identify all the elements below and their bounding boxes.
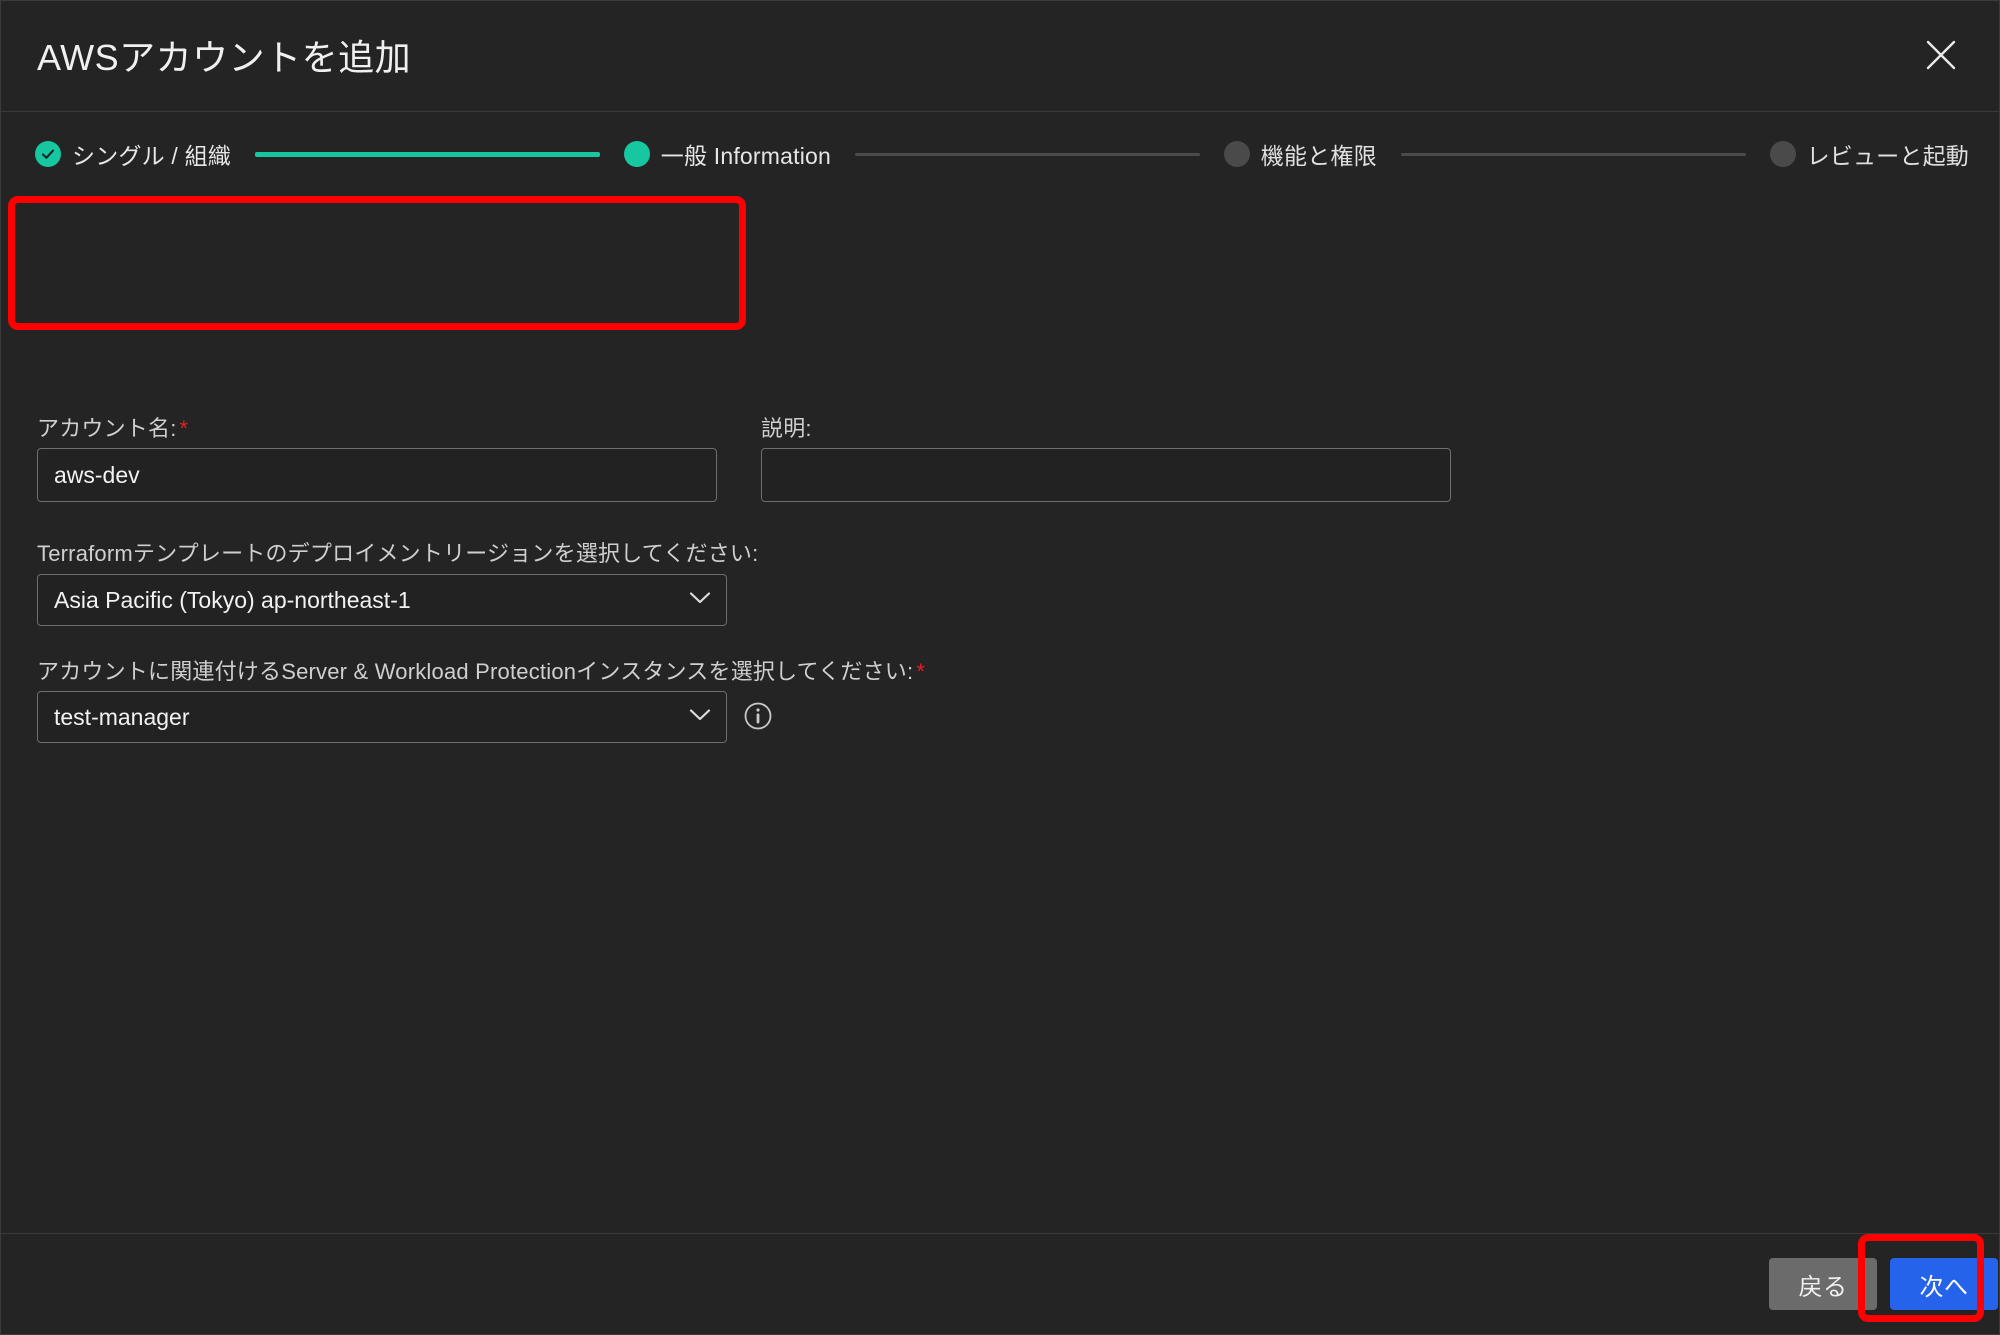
add-aws-account-dialog: AWSアカウントを追加 シングル / 組織 一般 Information 機能と… xyxy=(0,0,2000,1335)
instance-label: アカウントに関連付けるServer & Workload Protectionイ… xyxy=(37,654,925,686)
step-check-icon xyxy=(35,141,61,167)
dialog-footer: 戻る 次へ xyxy=(1,1233,1999,1334)
step-label-single-organization: シングル / 組織 xyxy=(72,143,231,169)
step-general-information[interactable]: 一般 Information xyxy=(623,137,832,171)
description-input[interactable] xyxy=(761,448,1451,502)
step-label-features-permissions: 機能と権限 xyxy=(1260,143,1377,169)
instance-select[interactable]: test-manager xyxy=(37,691,727,743)
info-icon[interactable] xyxy=(743,701,773,731)
step-label-review-launch: レビューと起動 xyxy=(1806,143,1969,169)
step-dot-icon xyxy=(623,141,650,167)
step-single-organization[interactable]: シングル / 組織 xyxy=(35,137,231,171)
account-name-input[interactable] xyxy=(37,448,717,502)
instance-select-value[interactable]: test-manager xyxy=(37,691,727,743)
stepper-connector-3 xyxy=(1400,152,1746,156)
region-label: Terraformテンプレートのデプロイメントリージョンを選択してください: xyxy=(37,541,759,566)
description-label: 説明: xyxy=(761,416,812,441)
instance-label-text: アカウントに関連付けるServer & Workload Protectionイ… xyxy=(37,659,914,684)
step-dot-icon xyxy=(1223,141,1250,167)
step-label-general-information: 一般 Information xyxy=(660,143,832,169)
close-button[interactable] xyxy=(1913,27,1969,83)
account-name-label: アカウント名: * xyxy=(37,411,188,443)
next-button[interactable]: 次へ xyxy=(1890,1258,1998,1310)
stepper-connector-2 xyxy=(855,152,1200,156)
step-review-launch[interactable]: レビューと起動 xyxy=(1769,137,1969,171)
step-dot-icon xyxy=(1769,141,1796,167)
close-icon xyxy=(1924,38,1958,72)
stepper-connector-1 xyxy=(254,151,600,157)
dialog-body: アカウント名:* 説明: Terraformテンプレートのデプロイメントリージョ… xyxy=(1,196,1999,1233)
region-select-value[interactable]: Asia Pacific (Tokyo) ap-northeast-1 xyxy=(37,574,727,626)
required-asterisk: * xyxy=(179,416,189,441)
region-select[interactable]: Asia Pacific (Tokyo) ap-northeast-1 xyxy=(37,574,727,626)
required-asterisk: * xyxy=(916,659,926,684)
wizard-stepper: シングル / 組織 一般 Information 機能と権限 レビューと起動 xyxy=(1,112,1999,196)
dialog-header: AWSアカウントを追加 xyxy=(1,1,1999,112)
back-button[interactable]: 戻る xyxy=(1769,1258,1877,1310)
account-name-label-text: アカウント名: xyxy=(37,416,177,441)
step-features-permissions[interactable]: 機能と権限 xyxy=(1223,137,1377,171)
page-title: AWSアカウントを追加 xyxy=(37,37,412,78)
